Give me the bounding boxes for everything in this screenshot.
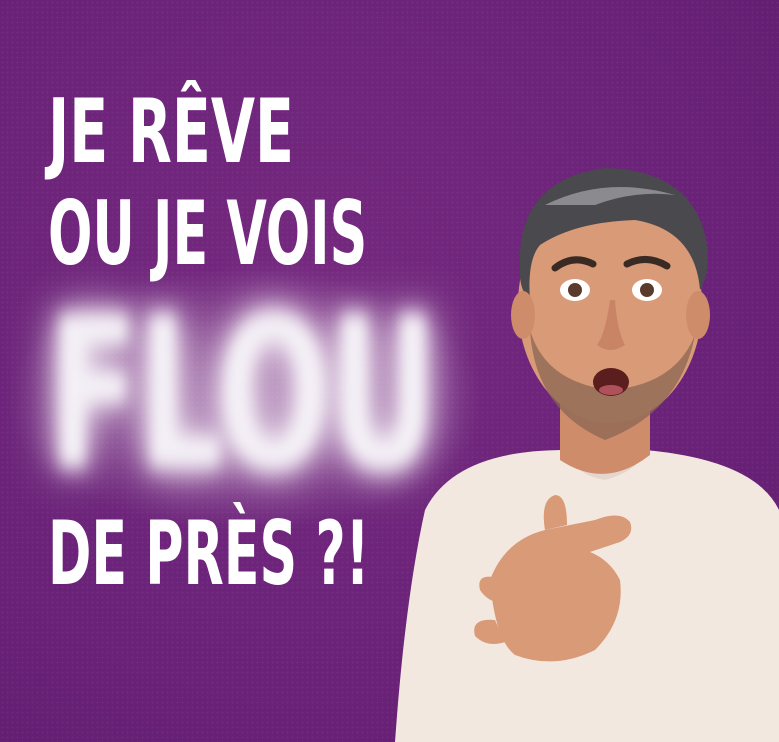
surprised-man-photo: [395, 168, 779, 742]
headline-line-2: OU JE VOIS: [48, 182, 368, 285]
poster: JE RÊVE OU JE VOIS FLOU DE PRÈS ?!: [0, 0, 779, 742]
headline-line-1: JE RÊVE: [48, 80, 294, 183]
headline-blurred-word: FLOU: [48, 272, 438, 517]
headline-line-4: DE PRÈS ?!: [48, 502, 370, 605]
